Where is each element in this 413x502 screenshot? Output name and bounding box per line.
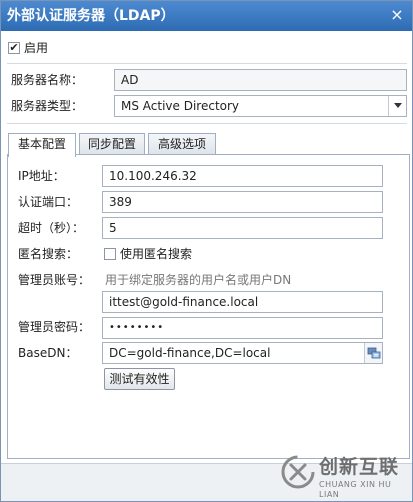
anon-search-label: 匿名搜索： xyxy=(18,247,79,261)
admin-account-hint: 用于绑定服务器的用户名或用户DN xyxy=(105,273,292,287)
anon-search-checkbox-label: 使用匿名搜索 xyxy=(120,247,193,261)
browse-tree-icon[interactable] xyxy=(364,343,382,363)
basedn-input[interactable]: DC=gold-finance,DC=local xyxy=(102,342,383,364)
basedn-value: DC=gold-finance,DC=local xyxy=(109,346,271,360)
brand-logo-icon xyxy=(281,455,315,489)
server-type-select[interactable]: MS Active Directory xyxy=(114,95,407,117)
timeout-label: 超时（秒）： xyxy=(18,221,85,235)
tab-sync-config[interactable]: 同步配置 xyxy=(79,133,145,155)
ip-input[interactable]: 10.100.246.32 xyxy=(102,165,383,187)
admin-password-label: 管理员密码： xyxy=(18,320,91,334)
dialog-title: 外部认证服务器（LDAP） xyxy=(7,8,175,24)
server-type-label: 服务器类型： xyxy=(11,99,84,113)
watermark-logo: 创新互联 CHUANG XIN HU LIAN xyxy=(281,453,409,499)
basedn-label: BaseDN： xyxy=(18,346,78,360)
tab-basic-config[interactable]: 基本配置 xyxy=(8,133,76,157)
divider xyxy=(7,123,407,124)
server-name-label: 服务器名称： xyxy=(11,73,84,87)
admin-account-input[interactable]: ittest@gold-finance.local xyxy=(102,291,383,313)
tab-advanced-options[interactable]: 高级选项 xyxy=(148,133,216,155)
server-type-value: MS Active Directory xyxy=(121,99,240,113)
enable-checkbox[interactable]: ✔ xyxy=(8,42,20,54)
test-validity-button[interactable]: 测试有效性 xyxy=(104,368,175,390)
admin-password-input[interactable]: •••••••• xyxy=(102,317,383,339)
chevron-down-icon[interactable] xyxy=(388,96,406,116)
admin-account-label: 管理员账号： xyxy=(18,273,91,287)
divider xyxy=(7,63,407,64)
enable-label: 启用 xyxy=(24,41,49,55)
close-icon[interactable]: × xyxy=(388,6,406,24)
watermark-en-text: CHUANG XIN HU LIAN xyxy=(319,480,392,499)
anon-search-checkbox[interactable] xyxy=(104,248,116,260)
server-name-field[interactable]: AD xyxy=(114,69,407,91)
dialog-titlebar[interactable]: 外部认证服务器（LDAP） × xyxy=(1,1,412,31)
port-label: 认证端口： xyxy=(18,195,79,209)
timeout-input[interactable]: 5 xyxy=(102,217,383,239)
ldap-dialog: 外部认证服务器（LDAP） × ✔ 启用 服务器名称： AD 服务器类型： MS… xyxy=(0,0,413,502)
watermark-cn-text: 创新互联 xyxy=(319,456,400,478)
port-input[interactable]: 389 xyxy=(102,191,383,213)
ip-label: IP地址： xyxy=(18,169,65,183)
